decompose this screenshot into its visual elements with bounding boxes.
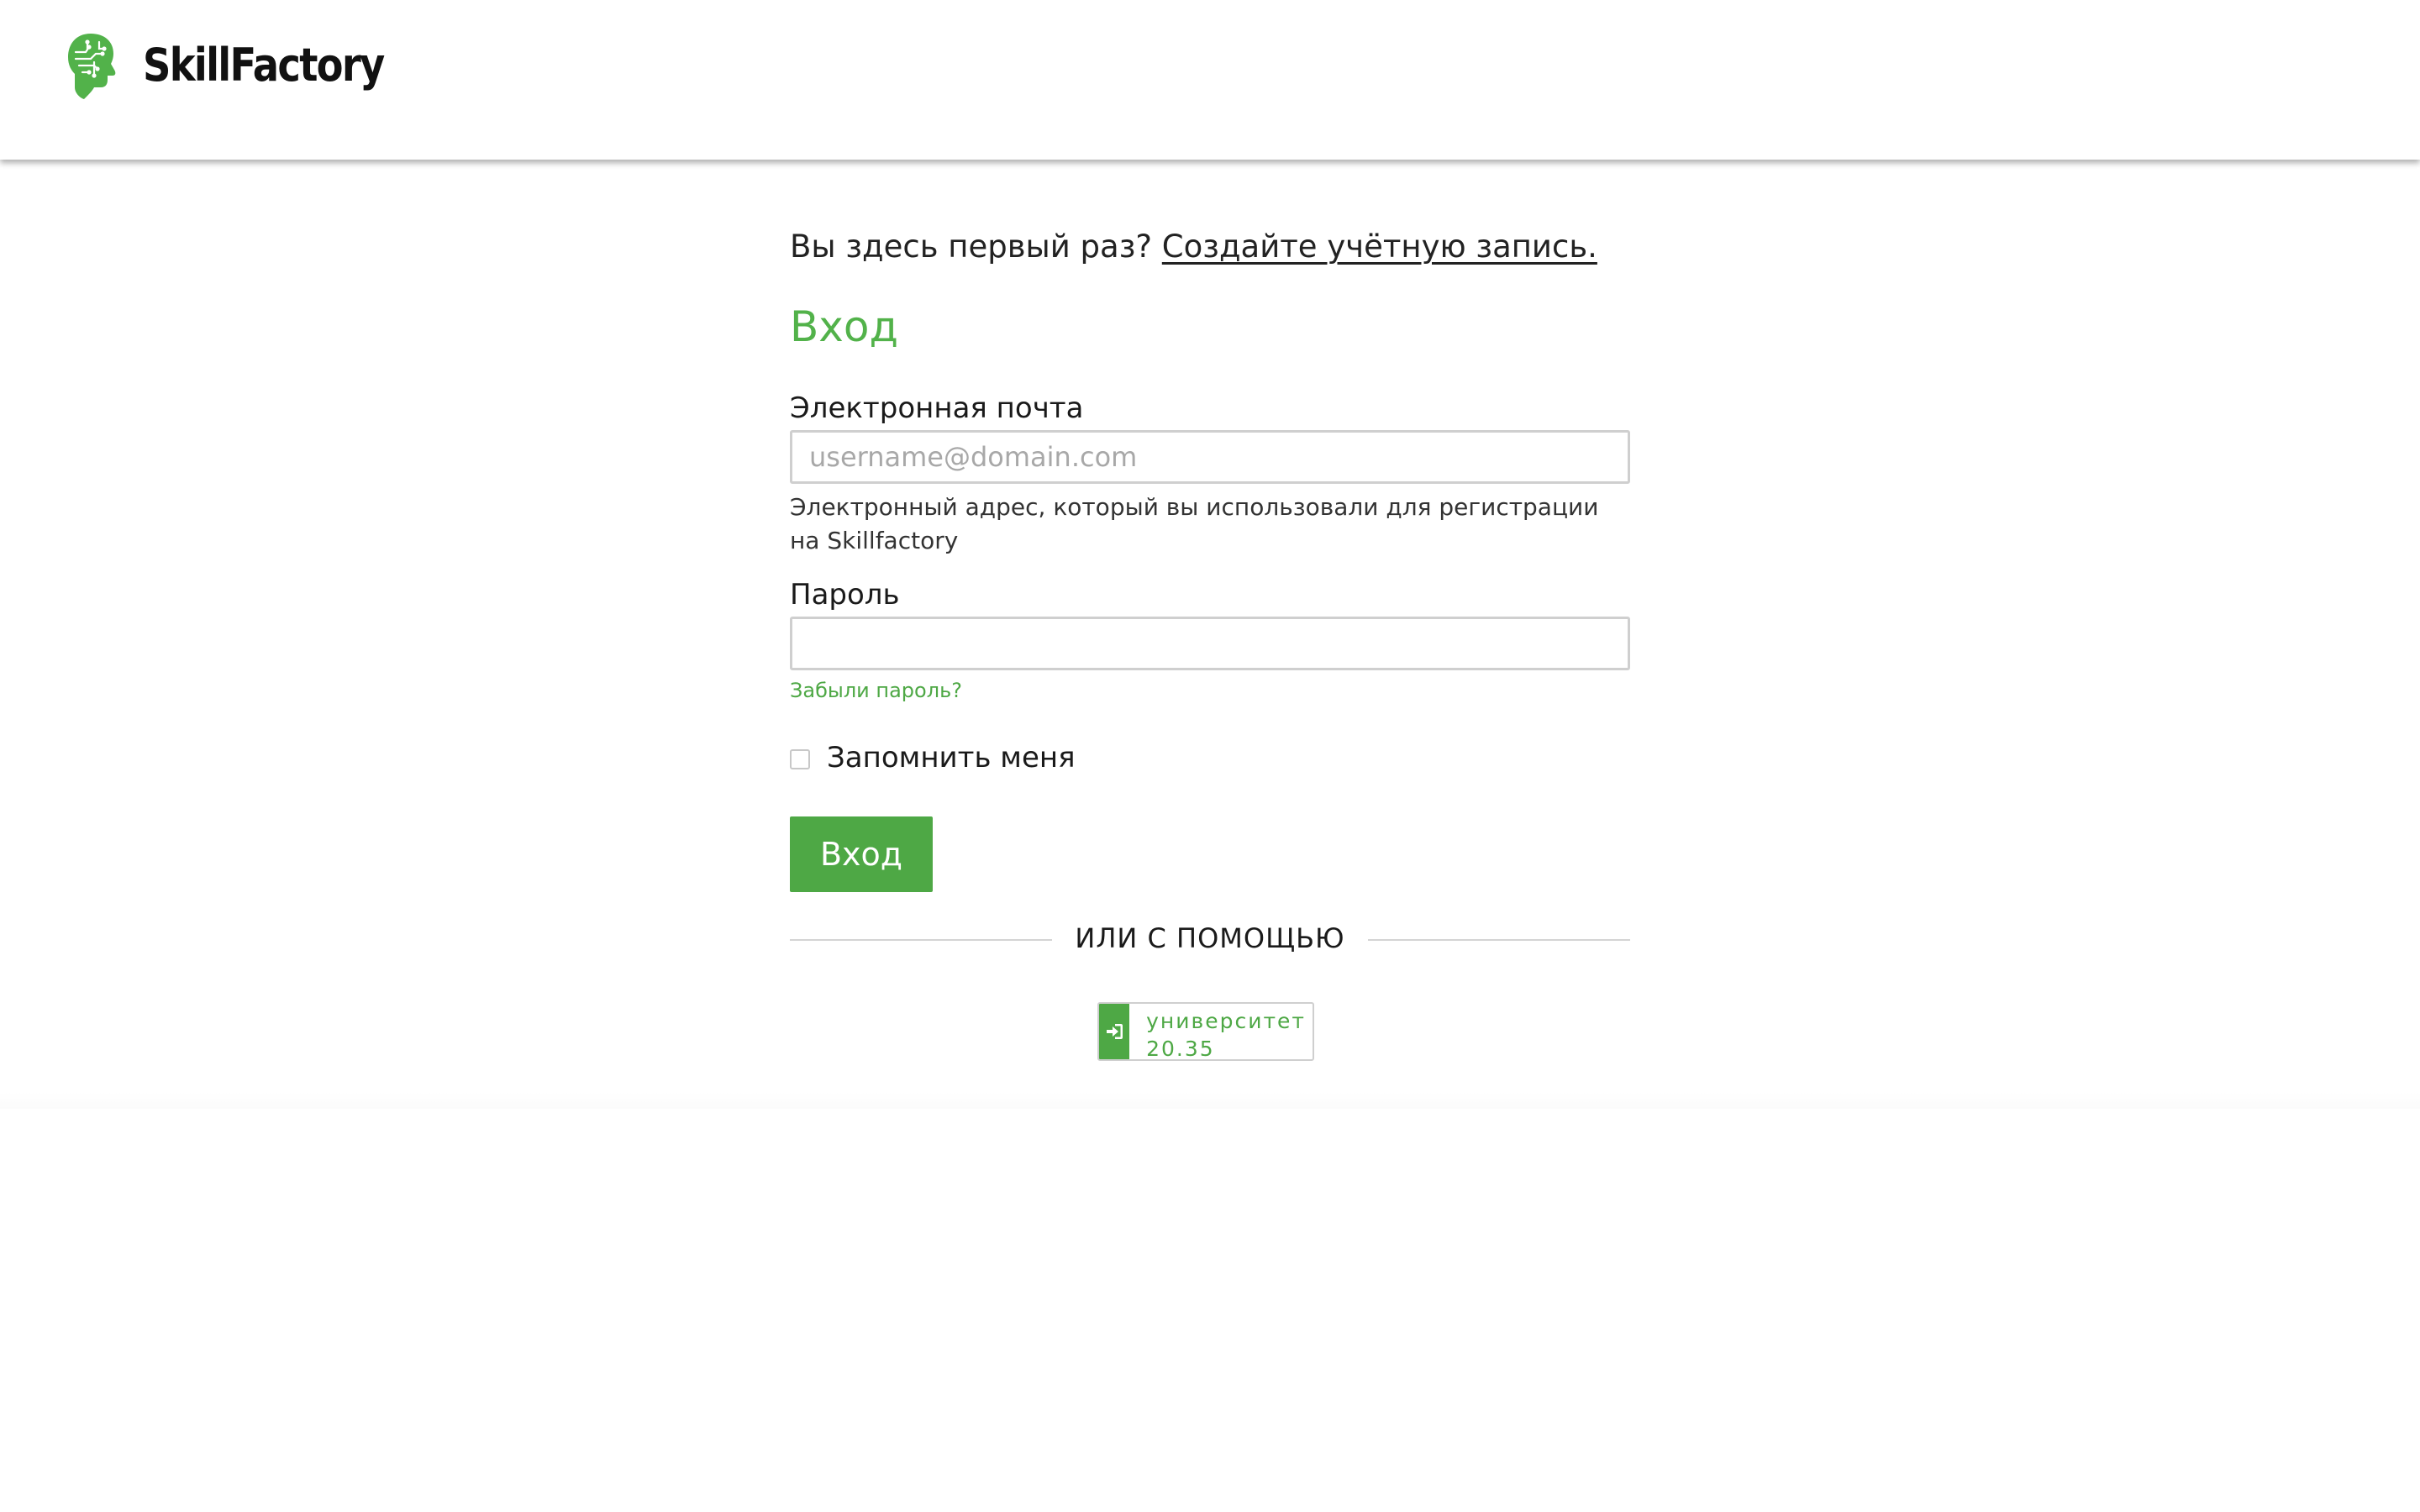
sso-university-2035-button[interactable]: университет 20.35	[1097, 1002, 1314, 1061]
forgot-password-link[interactable]: Забыли пароль?	[790, 679, 962, 702]
divider-line-right	[1368, 939, 1630, 941]
sso-icon-box	[1099, 1004, 1130, 1059]
remember-me-label[interactable]: Запомнить меня	[827, 741, 1076, 774]
sso-label: университет 20.35	[1146, 1009, 1306, 1061]
site-header: SkillFactory	[0, 0, 2420, 160]
footer-separator	[0, 1092, 2420, 1109]
remember-me-checkbox[interactable]	[790, 749, 810, 769]
create-account-link[interactable]: Создайте учётную запись.	[1162, 228, 1597, 265]
first-time-text: Вы здесь первый раз?	[790, 228, 1153, 265]
sign-in-icon	[1107, 1024, 1123, 1039]
logo-link[interactable]: SkillFactory	[66, 32, 423, 99]
password-input[interactable]	[790, 617, 1630, 670]
password-label: Пароль	[790, 578, 900, 612]
logo-wordmark: SkillFactory	[143, 39, 385, 92]
brain-head-icon	[68, 34, 116, 99]
login-title: Вход	[790, 302, 899, 351]
login-submit-button[interactable]: Вход	[790, 816, 933, 892]
email-help-text: Электронный адрес, который вы использова…	[790, 493, 1599, 554]
email-input[interactable]	[790, 430, 1630, 484]
first-time-prompt: Вы здесь первый раз? Создайте учётную за…	[790, 228, 1597, 265]
or-divider: ИЛИ С ПОМОЩЬЮ	[790, 922, 1630, 956]
email-label: Электронная почта	[790, 391, 1084, 425]
remember-me-row: Запомнить меня	[790, 741, 1076, 774]
divider-text: ИЛИ С ПОМОЩЬЮ	[1075, 922, 1345, 954]
